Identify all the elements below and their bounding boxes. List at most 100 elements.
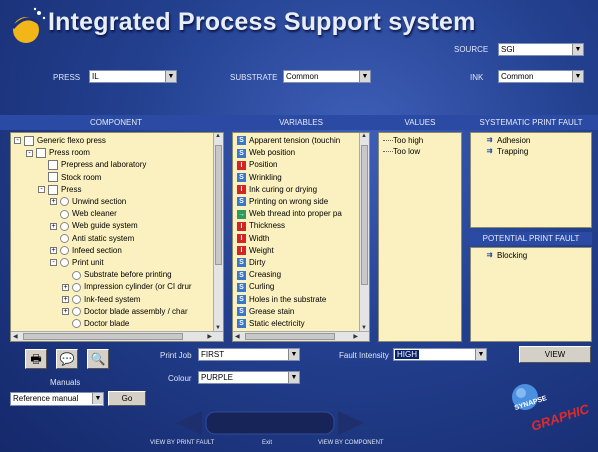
scroll-thumb[interactable] <box>361 145 368 285</box>
tree-item[interactable]: - Press room <box>26 147 90 159</box>
variable-item[interactable]: S Static electricity <box>237 318 305 329</box>
scroll-thumb[interactable] <box>23 333 183 340</box>
variable-item[interactable]: S Apparent tension (touchin <box>237 135 340 146</box>
ink-select[interactable]: Common ▼ <box>498 70 584 83</box>
tree-item[interactable]: - Press <box>38 184 81 195</box>
tree-item[interactable]: Doctor blade <box>62 318 129 329</box>
view-by-component-label[interactable]: VIEW BY COMPONENT <box>318 440 384 446</box>
expand-icon[interactable]: + <box>62 308 69 316</box>
chevron-down-icon[interactable]: ▼ <box>92 393 103 404</box>
tree-item[interactable]: Stock room <box>38 172 101 183</box>
source-select[interactable]: SGI ▼ <box>498 43 584 56</box>
view-by-print-fault-label[interactable]: VIEW BY PRINT FAULT <box>150 440 214 446</box>
collapse-icon[interactable]: - <box>26 149 33 157</box>
variable-item[interactable]: I Thickness <box>237 220 285 231</box>
variable-item[interactable]: S Creasing <box>237 269 281 280</box>
fault-item[interactable]: ⇉ Trapping <box>485 146 529 157</box>
expand-icon[interactable]: + <box>62 283 69 291</box>
search-icon[interactable]: 🔍 <box>87 349 109 369</box>
value-item[interactable]: Too low <box>383 146 420 157</box>
nav-right-arrow-icon[interactable] <box>336 411 364 435</box>
scroll-up-icon[interactable]: ▲ <box>361 133 367 139</box>
tree-item[interactable]: + Ink-feed system <box>62 294 140 305</box>
component-hscrollbar[interactable]: ◀ ▶ <box>11 331 223 341</box>
scroll-right-icon[interactable]: ▶ <box>207 333 212 340</box>
tree-item[interactable]: + Doctor blade assembly / char <box>62 306 188 317</box>
tree-item[interactable]: - Generic flexo press <box>14 135 106 146</box>
colour-select[interactable]: PURPLE ▼ <box>198 371 300 384</box>
tree-item[interactable]: + Infeed section <box>50 245 122 256</box>
variable-item[interactable]: S Wrinkling <box>237 172 282 183</box>
component-vscrollbar[interactable]: ▲ ▼ <box>213 133 223 331</box>
fault-intensity-select[interactable]: HIGH ▼ <box>393 348 487 361</box>
scroll-thumb[interactable] <box>245 333 335 340</box>
tree-item[interactable]: Web cleaner <box>50 208 117 219</box>
variable-item[interactable]: I Position <box>237 159 277 170</box>
variable-item[interactable]: S Grease stain <box>237 306 294 317</box>
fault-label: Blocking <box>497 251 528 260</box>
variables-list[interactable]: S Apparent tension (touchin S Web position I… <box>232 132 370 342</box>
chevron-down-icon[interactable]: ▼ <box>475 349 486 360</box>
tree-item[interactable]: + Impression cylinder (or CI drur <box>62 281 192 292</box>
collapse-icon[interactable]: - <box>14 137 21 145</box>
variables-header: VARIABLES <box>279 118 323 127</box>
component-tree[interactable]: - Generic flexo press - Press room Prepress … <box>10 132 224 342</box>
variable-item[interactable]: I Weight <box>237 245 274 256</box>
fault-item[interactable]: ⇉ Adhesion <box>485 135 531 146</box>
expand-icon[interactable]: + <box>50 198 57 206</box>
tree-item[interactable]: Anti static system <box>50 233 134 244</box>
scroll-thumb[interactable] <box>215 145 222 265</box>
manual-select[interactable]: Reference manual ▼ <box>10 392 104 406</box>
variable-label: Weight <box>249 245 274 255</box>
expand-icon[interactable]: + <box>50 247 57 255</box>
variable-item[interactable]: I Width <box>237 233 269 244</box>
print-job-select[interactable]: FIRST ▼ <box>198 348 300 361</box>
app-title: Integrated Process Support system <box>48 8 476 36</box>
collapse-icon[interactable]: - <box>50 259 57 267</box>
chevron-down-icon[interactable]: ▼ <box>165 71 176 82</box>
collapse-icon[interactable]: - <box>38 186 45 194</box>
tree-item[interactable]: + Unwind section <box>50 196 126 207</box>
press-select[interactable]: IL ▼ <box>89 70 177 83</box>
variable-item[interactable]: S Dirty <box>237 257 265 268</box>
chevron-down-icon[interactable]: ▼ <box>288 349 299 360</box>
expand-icon[interactable]: + <box>62 295 69 303</box>
scroll-up-icon[interactable]: ▲ <box>215 133 221 139</box>
chevron-down-icon[interactable]: ▼ <box>572 44 583 55</box>
chevron-down-icon[interactable]: ▼ <box>359 71 370 82</box>
variable-item[interactable]: S Holes in the substrate <box>237 294 326 305</box>
value-item[interactable]: Too high <box>383 135 423 146</box>
substrate-select[interactable]: Common ▼ <box>283 70 371 83</box>
exit-label[interactable]: Exit <box>262 440 272 446</box>
tree-item[interactable]: Substrate before printing <box>62 269 172 280</box>
printer-icon[interactable]: 🖶 <box>25 349 47 369</box>
variable-item[interactable]: S Curling <box>237 281 274 292</box>
go-button[interactable]: Go <box>108 391 146 406</box>
variables-hscrollbar[interactable]: ◀ ▶ <box>233 331 369 341</box>
chevron-down-icon[interactable]: ▼ <box>288 372 299 383</box>
expand-icon[interactable]: + <box>50 222 57 230</box>
comment-icon[interactable]: 💬 <box>56 349 78 369</box>
variable-item[interactable]: → Web thread into proper pa <box>237 208 342 219</box>
scroll-left-icon[interactable]: ◀ <box>235 333 240 340</box>
tree-item-label: Infeed section <box>72 245 122 255</box>
variable-item[interactable]: S Web position <box>237 147 295 158</box>
potential-fault-list[interactable]: ⇉ Blocking <box>470 247 592 342</box>
values-list[interactable]: Too high Too low <box>378 132 462 342</box>
tree-item[interactable]: Prepress and laboratory <box>38 159 146 171</box>
variables-vscrollbar[interactable]: ▲ ▼ <box>359 133 369 331</box>
chevron-down-icon[interactable]: ▼ <box>572 71 583 82</box>
scroll-left-icon[interactable]: ◀ <box>13 333 18 340</box>
variable-item[interactable]: S Printing on wrong side <box>237 196 328 207</box>
nav-exit-button[interactable] <box>206 412 334 434</box>
component-node-icon <box>72 319 81 329</box>
tree-item[interactable]: - Print unit <box>50 257 104 268</box>
view-button[interactable]: VIEW <box>519 346 591 363</box>
fault-item[interactable]: ⇉ Blocking <box>485 250 528 261</box>
tree-item[interactable]: + Web guide system <box>50 220 138 231</box>
variable-item[interactable]: I Ink curing or drying <box>237 184 317 195</box>
scroll-right-icon[interactable]: ▶ <box>353 333 358 340</box>
nav-left-arrow-icon[interactable] <box>176 411 204 435</box>
systematic-fault-list[interactable]: ⇉ Adhesion ⇉ Trapping <box>470 132 592 228</box>
fault-arrow-icon: ⇉ <box>486 137 493 145</box>
